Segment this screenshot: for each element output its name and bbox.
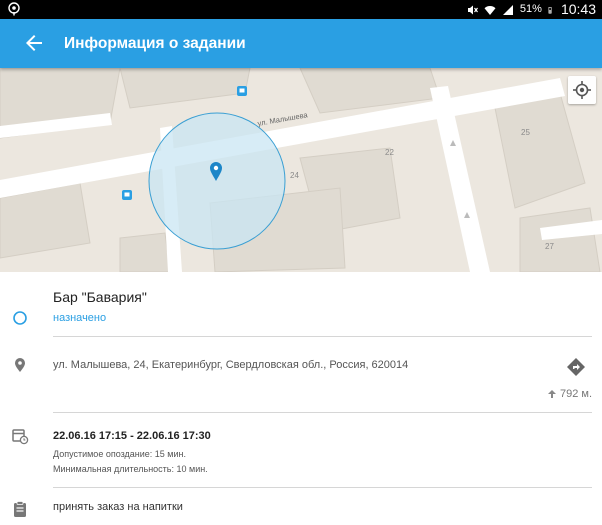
app-bar: Информация о задании <box>0 19 602 68</box>
divider <box>53 487 592 488</box>
distance-value: 792 м. <box>559 388 592 400</box>
map-house-number: 24 <box>290 171 299 180</box>
task-status: назначено <box>53 312 107 324</box>
my-location-button[interactable] <box>568 76 596 104</box>
task-address: ул. Малышева, 24, Екатеринбург, Свердлов… <box>53 359 409 371</box>
map-house-number: 22 <box>385 148 394 157</box>
map-view[interactable]: ул. Малышева 22 24 25 27 <box>0 68 602 272</box>
place-pin-icon <box>15 358 25 372</box>
allowed-delay: Допустимое опоздание: 15 мин. <box>53 449 186 459</box>
status-bar: 51% 10:43 <box>0 0 602 19</box>
battery-icon <box>548 6 552 14</box>
geofence-circle <box>148 112 286 250</box>
task-name: Бар "Бавария" <box>53 289 147 305</box>
map-house-number: 27 <box>545 242 554 251</box>
task-details: Бар "Бавария" назначено ул. Малышева, 24… <box>0 272 602 525</box>
notification-icon <box>8 2 20 16</box>
page-title: Информация о задании <box>64 35 246 52</box>
arrow-up-icon <box>547 390 556 398</box>
status-circle-icon <box>13 311 27 325</box>
map-house-number: 25 <box>521 128 530 137</box>
distance: 792 м. <box>547 388 592 400</box>
bus-stop-icon <box>237 86 247 96</box>
wifi-icon <box>484 5 496 15</box>
mute-icon <box>467 5 478 14</box>
calendar-clock-icon <box>12 429 29 445</box>
back-arrow-icon[interactable] <box>22 31 46 55</box>
task-note: принять заказ на напитки <box>53 501 183 513</box>
min-duration: Минимальная длительность: 10 мин. <box>53 464 208 474</box>
task-time-range: 22.06.16 17:15 - 22.06.16 17:30 <box>53 430 211 442</box>
bus-stop-icon <box>122 190 132 200</box>
signal-icon <box>502 4 513 15</box>
battery-percent: 51% <box>519 3 542 15</box>
map-canvas: ул. Малышева 22 24 25 27 <box>0 68 602 272</box>
clipboard-icon <box>14 501 26 517</box>
directions-icon[interactable] <box>566 357 586 377</box>
divider <box>53 412 592 413</box>
divider <box>53 336 592 337</box>
crosshair-icon <box>573 81 591 99</box>
clock: 10:43 <box>560 1 596 17</box>
